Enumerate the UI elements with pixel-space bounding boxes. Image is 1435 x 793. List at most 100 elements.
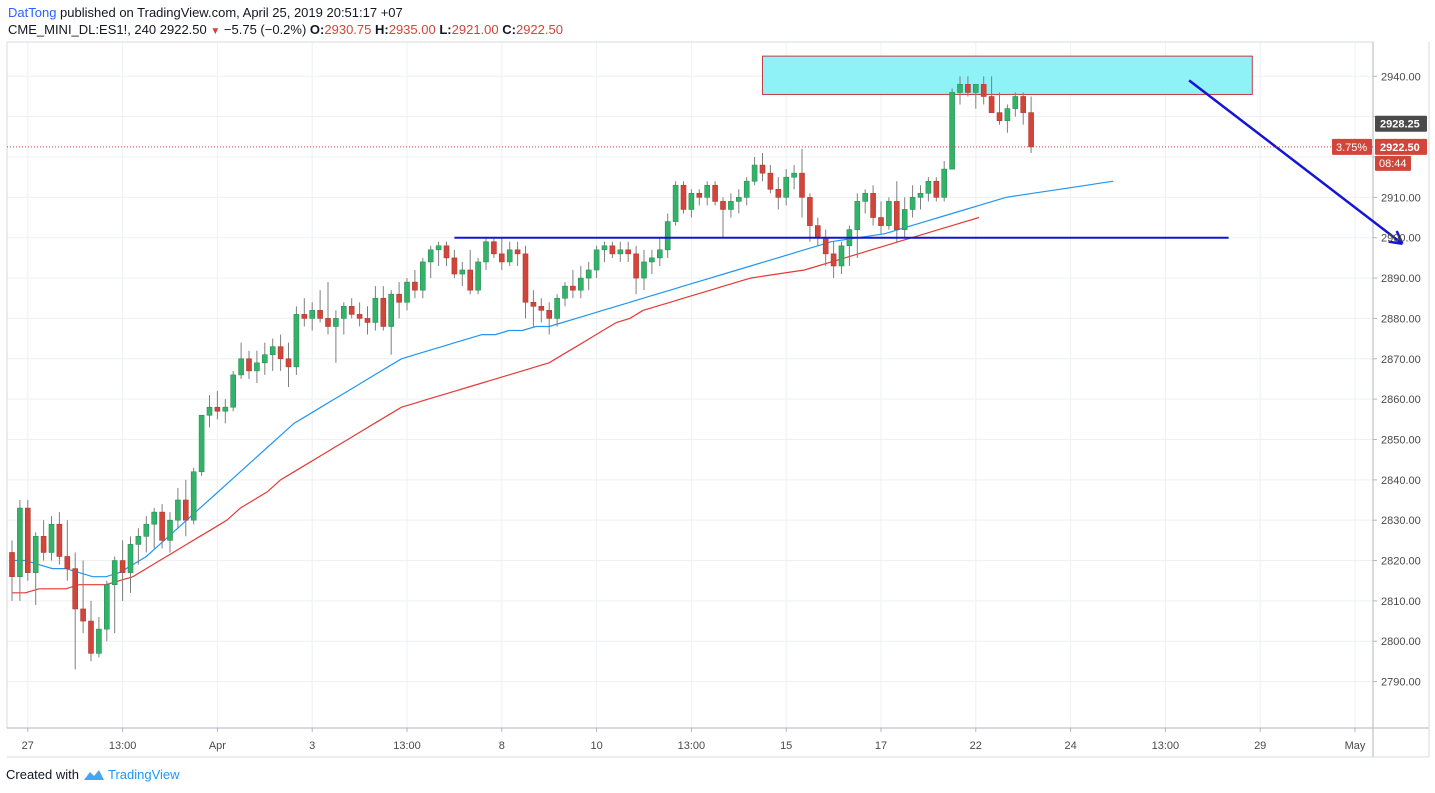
candle bbox=[767, 165, 774, 194]
candle-body-up bbox=[222, 406, 229, 412]
candle bbox=[901, 197, 908, 238]
candle-body-up bbox=[388, 293, 395, 327]
candle bbox=[807, 193, 813, 242]
candle bbox=[506, 241, 513, 266]
candle-body-up bbox=[483, 241, 489, 263]
candle-body-down bbox=[285, 358, 292, 368]
candle-body-up bbox=[641, 261, 647, 279]
down-arrow-annotation[interactable] bbox=[1188, 79, 1404, 245]
candle-body-up bbox=[972, 84, 979, 93]
candle bbox=[775, 177, 782, 210]
candle bbox=[325, 282, 331, 335]
candle-body-down bbox=[301, 314, 308, 319]
candle bbox=[127, 536, 134, 593]
candle bbox=[467, 249, 474, 295]
candle-body-down bbox=[980, 84, 987, 97]
candle-body-down bbox=[214, 406, 221, 412]
candle-body-up bbox=[419, 261, 426, 291]
candle bbox=[838, 241, 845, 275]
candle bbox=[72, 552, 78, 670]
time-tick-label: Apr bbox=[209, 740, 226, 752]
candle bbox=[214, 391, 221, 420]
candle-body-up bbox=[198, 414, 205, 473]
candle bbox=[48, 516, 55, 561]
price-badges: 2928.25 2922.50 08:44 3.75% bbox=[1332, 115, 1427, 171]
price-tick-label: 2810.00 bbox=[1381, 596, 1421, 608]
candle bbox=[143, 516, 150, 553]
candle bbox=[32, 532, 39, 605]
candle bbox=[64, 520, 71, 581]
candle bbox=[317, 290, 323, 323]
candle-body-down bbox=[893, 201, 900, 230]
candle-body-down bbox=[625, 249, 632, 255]
price-tick-label: 2840.00 bbox=[1381, 475, 1421, 487]
candle-body-up bbox=[728, 201, 734, 210]
candle-body-up bbox=[656, 249, 663, 259]
candle-body-up bbox=[1012, 96, 1019, 109]
candle-body-down bbox=[988, 96, 995, 113]
candle-body-up bbox=[743, 180, 750, 198]
candle bbox=[1020, 92, 1027, 125]
candle bbox=[704, 181, 711, 206]
candle bbox=[498, 237, 505, 270]
candle bbox=[459, 261, 466, 287]
candle-body-up bbox=[593, 249, 600, 271]
chart-grid bbox=[7, 42, 1373, 728]
candle-body-up bbox=[17, 507, 23, 577]
candle bbox=[119, 540, 126, 601]
candle-body-up bbox=[838, 245, 845, 267]
time-axis[interactable]: 27 13:00 Apr 3 13:00 8 10 13:00 15 17 22 24 13:00 29 M… bbox=[22, 728, 1366, 752]
candle bbox=[111, 556, 118, 634]
candle bbox=[340, 302, 347, 335]
time-tick-label: 22 bbox=[970, 740, 982, 752]
price-chart[interactable]: 2790.00 2800.00 2810.00 2820.00 2830.00 2840.… bbox=[0, 0, 1435, 793]
candle-body-down bbox=[380, 297, 387, 327]
candle bbox=[151, 508, 157, 549]
candle bbox=[285, 342, 292, 388]
candle-body-down bbox=[72, 568, 78, 610]
time-tick-label: 13:00 bbox=[678, 740, 706, 752]
candle bbox=[419, 257, 426, 299]
candle bbox=[443, 241, 450, 266]
resistance-zone[interactable] bbox=[762, 55, 1253, 95]
candle bbox=[593, 245, 600, 279]
candle-body-down bbox=[996, 112, 1003, 121]
candle bbox=[80, 560, 86, 634]
candle-body-down bbox=[680, 184, 687, 210]
candle-body-up bbox=[435, 245, 442, 251]
candle bbox=[949, 88, 955, 170]
candle bbox=[814, 217, 821, 246]
candle-body-down bbox=[609, 245, 616, 255]
candle bbox=[641, 249, 647, 291]
candle-body-down bbox=[1028, 112, 1034, 148]
candle bbox=[783, 169, 790, 206]
candle bbox=[364, 306, 371, 335]
candle-body-up bbox=[506, 249, 513, 263]
candle-body-up bbox=[585, 269, 592, 279]
candle bbox=[356, 302, 363, 327]
candle-body-up bbox=[562, 285, 568, 299]
tradingview-brand[interactable]: TradingView bbox=[108, 767, 180, 783]
candle bbox=[372, 286, 379, 331]
candle bbox=[585, 261, 592, 291]
candle-body-up bbox=[32, 536, 39, 573]
candle-body-up bbox=[862, 193, 869, 202]
candle-body-up bbox=[783, 176, 790, 198]
candle-body-up bbox=[427, 249, 434, 263]
candle-body-down bbox=[88, 620, 94, 654]
candle-body-down bbox=[246, 358, 252, 372]
candle bbox=[96, 617, 102, 658]
candle bbox=[301, 298, 308, 327]
candle bbox=[222, 399, 229, 424]
candle-body-up bbox=[167, 519, 173, 541]
candle-body-up bbox=[672, 184, 679, 222]
candle-body-down bbox=[720, 201, 726, 210]
candle-body-up bbox=[111, 560, 118, 586]
candle bbox=[791, 165, 797, 190]
candle bbox=[601, 241, 608, 262]
time-tick-label: 13:00 bbox=[1152, 740, 1180, 752]
candle bbox=[830, 241, 837, 279]
candle-body-down bbox=[807, 197, 813, 226]
price-tick-label: 2860.00 bbox=[1381, 394, 1421, 406]
candle-body-down bbox=[364, 318, 371, 323]
